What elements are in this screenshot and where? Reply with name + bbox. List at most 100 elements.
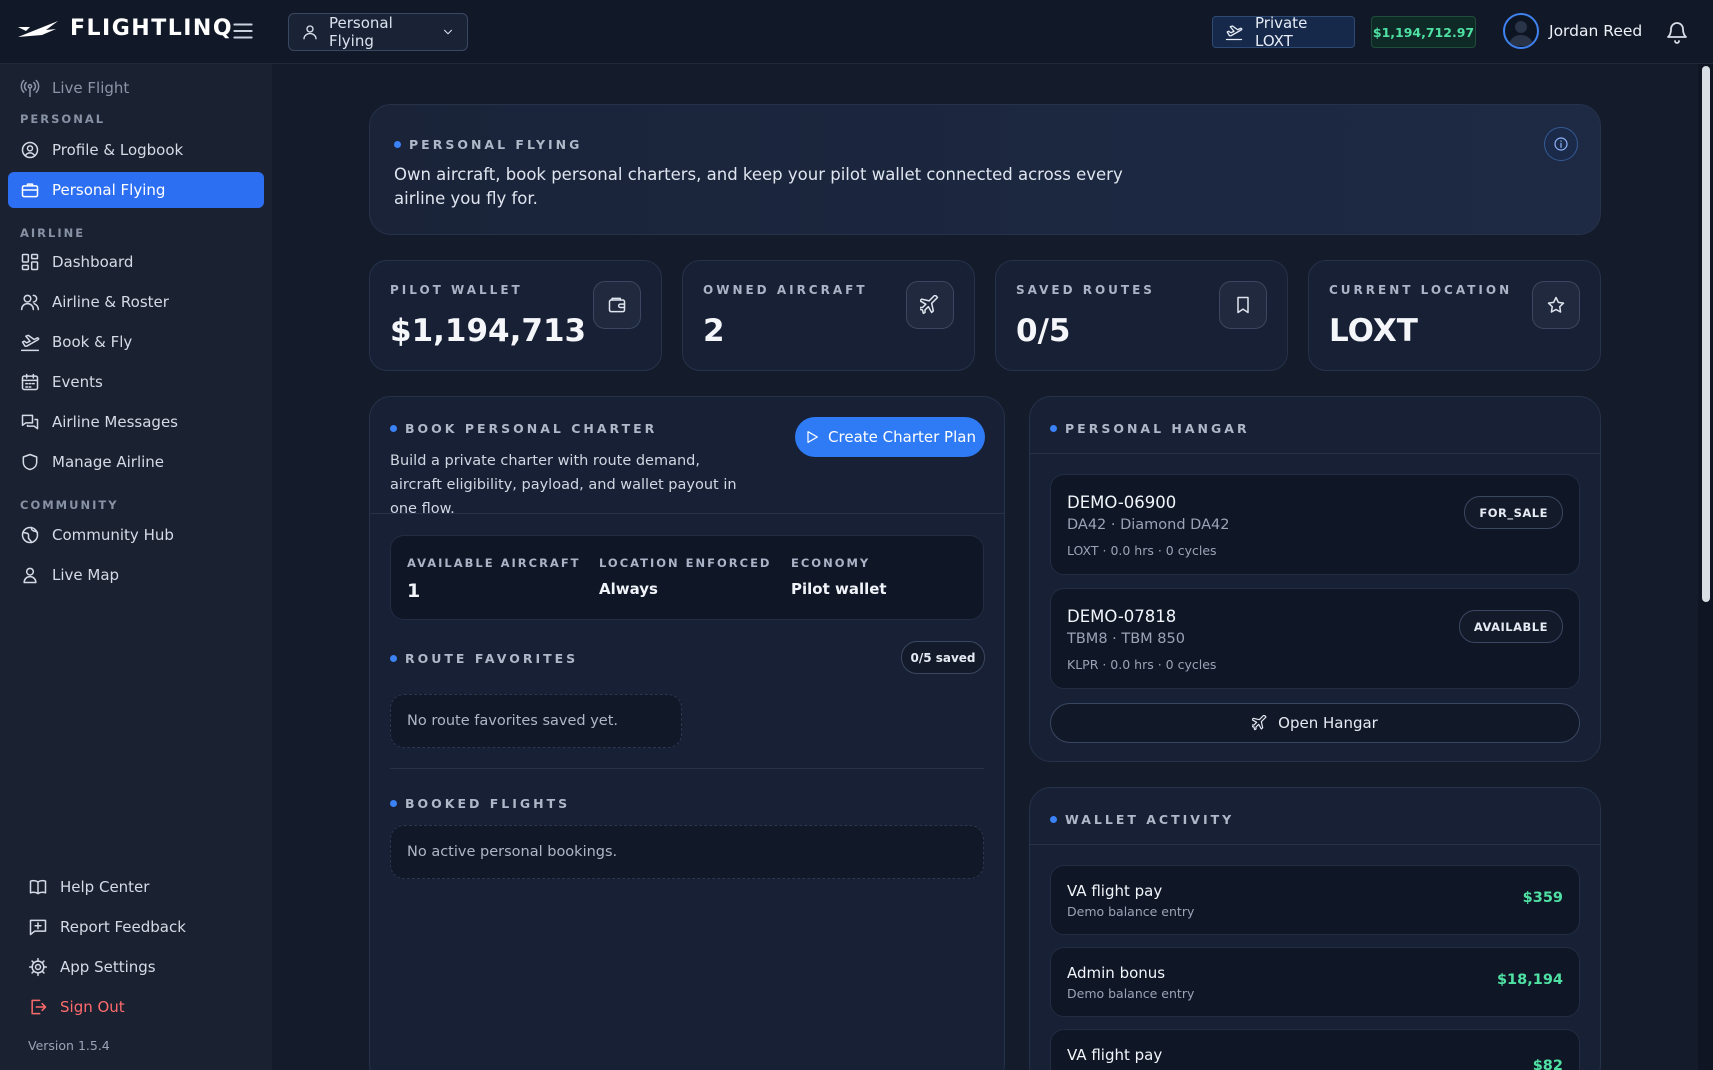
plane-logo-icon [16, 17, 62, 41]
sidebar-item-label: Help Center [60, 878, 150, 896]
star-icon [1532, 281, 1580, 329]
sidebar-item-label: App Settings [60, 958, 156, 976]
menu-icon[interactable] [230, 18, 256, 44]
charter-description: Build a private charter with route deman… [390, 453, 737, 517]
info-label: ECONOMY [791, 556, 871, 570]
sidebar-item-label: Book & Fly [52, 333, 133, 351]
stat-label: CURRENT LOCATION [1329, 283, 1513, 297]
message-plus-icon [28, 917, 48, 937]
sidebar-item-airline-roster[interactable]: Airline & Roster [8, 284, 264, 320]
plane-icon [1252, 715, 1268, 731]
divider [1030, 844, 1600, 845]
scrollbar-thumb[interactable] [1702, 66, 1710, 602]
bell-icon[interactable] [1665, 20, 1689, 44]
sidebar-item-airline-messages[interactable]: Airline Messages [8, 404, 264, 440]
sidebar-item-label: Live Flight [52, 79, 130, 97]
hero-label-text: PERSONAL FLYING [409, 137, 583, 152]
info-available-aircraft: AVAILABLE AIRCRAFT 1 [407, 556, 581, 602]
status-badge: AVAILABLE [1458, 610, 1563, 643]
stat-value: 0/5 [1016, 313, 1071, 349]
briefcase-icon [20, 180, 40, 200]
transaction-subtitle: Demo balance entry [1067, 986, 1195, 1001]
charter-label-text: BOOK PERSONAL CHARTER [405, 421, 658, 436]
brand-logo[interactable]: FLIGHTLINQ [16, 16, 233, 41]
hero-label: PERSONAL FLYING [394, 137, 582, 152]
sidebar-item-events[interactable]: Events [8, 364, 264, 400]
calendar-icon [20, 372, 40, 392]
create-charter-plan-button[interactable]: Create Charter Plan [795, 417, 985, 457]
wallet-label: WALLET ACTIVITY [1050, 812, 1234, 827]
sidebar-item-label: Airline Messages [52, 413, 178, 431]
charter-info-strip: AVAILABLE AIRCRAFT 1 LOCATION ENFORCED A… [390, 535, 984, 620]
transaction-row: VA flight pay Demo balance entry $359 [1050, 865, 1580, 935]
grid-icon [20, 252, 40, 272]
sidebar-item-book-fly[interactable]: Book & Fly [8, 324, 264, 360]
info-value: Pilot wallet [791, 580, 887, 598]
aircraft-type: DA42 · Diamond DA42 [1067, 517, 1230, 533]
sidebar-item-report-feedback[interactable]: Report Feedback [16, 909, 272, 945]
transaction-title: VA flight pay [1067, 882, 1163, 900]
plane-takeoff-icon [1225, 23, 1243, 41]
sidebar-item-label: Report Feedback [60, 918, 186, 936]
stat-value: LOXT [1329, 313, 1418, 349]
aircraft-registration: DEMO-07818 [1067, 607, 1177, 626]
saved-routes-badge: 0/5 saved [901, 641, 985, 674]
users-icon [20, 292, 40, 312]
plane-takeoff-icon [20, 332, 40, 352]
info-economy: ECONOMY Pilot wallet [791, 556, 887, 598]
play-icon [804, 429, 820, 445]
personal-flying-hero: PERSONAL FLYING Own aircraft, book perso… [369, 104, 1601, 235]
broadcast-icon [20, 78, 40, 98]
chevron-down-icon [441, 25, 455, 39]
info-value: Always [599, 580, 658, 598]
sidebar-item-label: Live Map [52, 566, 120, 584]
info-location-enforced: LOCATION ENFORCED Always [599, 556, 771, 598]
user-menu[interactable]: Jordan Reed [1503, 13, 1642, 49]
personal-hangar-panel: PERSONAL HANGAR DEMO-06900 DA42 · Diamon… [1029, 396, 1601, 762]
messages-icon [20, 412, 40, 432]
sidebar-item-dashboard[interactable]: Dashboard [8, 244, 264, 280]
book-icon [28, 877, 48, 897]
sidebar-item-label: Events [52, 373, 103, 391]
sidebar-item-app-settings[interactable]: App Settings [16, 949, 272, 985]
sidebar-item-community-hub[interactable]: Community Hub [8, 517, 264, 553]
globe-icon [20, 525, 40, 545]
wallet-balance-chip[interactable]: $1,194,712.97 [1371, 16, 1476, 48]
private-location-label: Private LOXT [1255, 14, 1308, 50]
wallet-activity-panel: WALLET ACTIVITY VA flight pay Demo balan… [1029, 787, 1601, 1070]
user-circle-icon [20, 140, 40, 160]
profile-mode-select[interactable]: Personal Flying [288, 13, 468, 51]
sidebar-item-personal-flying[interactable]: Personal Flying [8, 172, 264, 208]
stat-label: SAVED ROUTES [1016, 283, 1155, 297]
hangar-label-text: PERSONAL HANGAR [1065, 421, 1250, 436]
sidebar-item-profile-logbook[interactable]: Profile & Logbook [8, 132, 264, 168]
sidebar-item-manage-airline[interactable]: Manage Airline [8, 444, 264, 480]
sidebar-item-live-flight[interactable]: Live Flight [8, 70, 264, 106]
sidebar-item-live-map[interactable]: Live Map [8, 557, 264, 593]
sidebar-item-sign-out[interactable]: Sign Out [16, 989, 272, 1025]
charter-label: BOOK PERSONAL CHARTER [390, 421, 657, 436]
info-label: AVAILABLE AIRCRAFT [407, 556, 581, 570]
section-personal: PERSONAL [20, 112, 106, 126]
sidebar-item-label: Sign Out [60, 998, 125, 1016]
sidebar-item-help-center[interactable]: Help Center [16, 869, 272, 905]
transaction-amount: $82 [1532, 1058, 1563, 1070]
aircraft-card[interactable]: DEMO-06900 DA42 · Diamond DA42 LOXT · 0.… [1050, 474, 1580, 575]
info-label: LOCATION ENFORCED [599, 556, 772, 570]
route-favorites-label: ROUTE FAVORITES [390, 651, 578, 666]
sidebar-item-label: Manage Airline [52, 453, 165, 471]
aircraft-card[interactable]: DEMO-07818 TBM8 · TBM 850 KLPR · 0.0 hrs… [1050, 588, 1580, 689]
book-personal-charter-panel: BOOK PERSONAL CHARTER Build a private ch… [369, 396, 1005, 1070]
sidebar-item-label: Personal Flying [52, 181, 166, 199]
open-hangar-button[interactable]: Open Hangar [1050, 703, 1580, 743]
stat-value: $1,194,713 [390, 313, 587, 349]
map-pin-user-icon [20, 565, 40, 585]
stat-owned-aircraft: OWNED AIRCRAFT 2 [682, 260, 975, 371]
info-icon[interactable] [1544, 127, 1578, 161]
private-location-button[interactable]: Private LOXT [1212, 14, 1355, 50]
brand-name: FLIGHTLINQ [70, 16, 234, 41]
status-dot [390, 425, 397, 432]
booked-flights-label-text: BOOKED FLIGHTS [405, 796, 571, 811]
status-dot [390, 800, 397, 807]
sidebar-item-label: Airline & Roster [52, 293, 169, 311]
